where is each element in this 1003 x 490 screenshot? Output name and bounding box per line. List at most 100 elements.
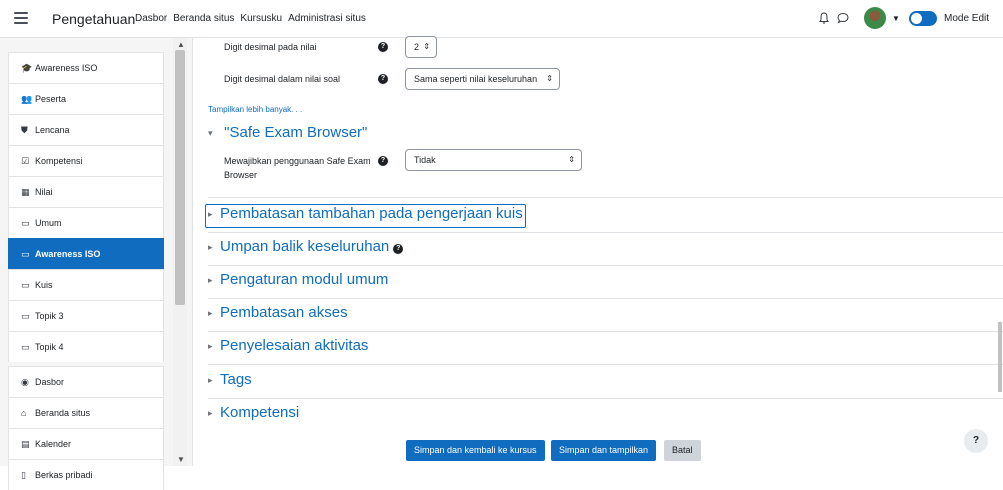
- sidebar-item-dasbor[interactable]: ◉ Dasbor: [8, 366, 164, 397]
- chevron-right-icon: ▸: [208, 374, 213, 385]
- section-pengaturan-modul-umum[interactable]: ▸ Pengaturan modul umum: [208, 271, 388, 288]
- home-icon: ⌂: [21, 408, 27, 418]
- save-display-button[interactable]: Simpan dan tampilkan: [551, 440, 657, 461]
- main-scroll-thumb[interactable]: [998, 322, 1002, 392]
- nav-link-beranda-situs[interactable]: Beranda situs: [173, 13, 234, 24]
- caret-down-icon[interactable]: ▼: [892, 14, 900, 23]
- nav-link-dasbor[interactable]: Dasbor: [135, 13, 167, 24]
- main-region: Digit desimal pada nilai ? 2 ⇕ Digit des…: [193, 36, 1003, 466]
- focus-outline: [205, 204, 526, 228]
- section-safe-exam-browser[interactable]: ▾ "Safe Exam Browser": [208, 124, 367, 141]
- sidebar-item-label: Topik 3: [35, 311, 64, 321]
- section-pembatasan-akses[interactable]: ▸ Pembatasan akses: [208, 304, 348, 321]
- sidebar-item-beranda-situs[interactable]: ⌂ Beranda situs: [8, 397, 164, 428]
- sidebar-list: 🎓 Awareness ISO 👥 Peserta ⛊ Lencana ☑ Kompetens…: [8, 52, 164, 490]
- sidebar-item-kalender[interactable]: ▤ Kalender: [8, 428, 164, 459]
- course-index-drawer: 🎓 Awareness ISO 👥 Peserta ⛊ Lencana ☑ Kompetens…: [0, 38, 193, 490]
- folder-icon: ▭: [21, 342, 30, 352]
- sidebar-item-awareness-iso[interactable]: ▭ Awareness ISO: [8, 238, 164, 269]
- primary-nav: Dasbor Beranda situs Kursusku Administra…: [135, 13, 366, 24]
- section-title: Kompetensi: [220, 404, 300, 421]
- help-icon[interactable]: ?: [378, 42, 388, 52]
- show-more-link[interactable]: Tampilkan lebih banyak. . .: [208, 105, 302, 114]
- decimal-question-select[interactable]: Sama seperti nilai keseluruhan ⇕: [405, 68, 560, 90]
- select-arrows-icon: ⇕: [568, 155, 575, 164]
- sidebar-item-umum[interactable]: ▭ Umum: [8, 207, 164, 238]
- seb-label-line1: Mewajibkan penggunaan Safe Exam: [224, 156, 371, 166]
- sidebar-item-kuis[interactable]: ▭ Kuis: [8, 269, 164, 300]
- divider: [208, 232, 1003, 233]
- folder-icon: ▭: [21, 311, 30, 321]
- section-title: Umpan balik keseluruhan: [220, 238, 390, 255]
- sidebar-scrollbar[interactable]: ▲ ▼: [173, 38, 187, 466]
- sidebar-item-awareness-iso[interactable]: 🎓 Awareness ISO: [8, 52, 164, 83]
- chevron-right-icon: ▸: [208, 274, 213, 285]
- bell-icon[interactable]: [817, 11, 831, 25]
- chevron-right-icon: ▸: [208, 241, 213, 252]
- graduation-cap-icon: 🎓: [21, 63, 33, 73]
- nav-link-administrasi-situs[interactable]: Administrasi situs: [288, 13, 366, 24]
- sidebar-item-kompetensi[interactable]: ☑ Kompetensi: [8, 145, 164, 176]
- help-icon[interactable]: ?: [378, 74, 388, 84]
- site-brand[interactable]: Pengetahuan: [52, 11, 135, 27]
- seb-select[interactable]: Tidak ⇕: [405, 149, 582, 171]
- sidebar-item-label: Umum: [35, 218, 62, 228]
- seb-value: Tidak: [414, 155, 436, 165]
- divider: [208, 197, 1003, 198]
- sidebar-item-label: Berkas pribadi: [35, 470, 93, 480]
- divider: [208, 364, 1003, 365]
- scroll-down-icon[interactable]: ▼: [177, 455, 185, 464]
- select-arrows-icon: ⇕: [546, 74, 553, 83]
- decimal-question-value: Sama seperti nilai keseluruhan: [414, 74, 538, 84]
- section-title: Pembatasan akses: [220, 304, 348, 321]
- save-return-button[interactable]: Simpan dan kembali ke kursus: [406, 440, 545, 461]
- edit-mode-label: Mode Edit: [944, 13, 990, 24]
- sidebar-item-topik-4[interactable]: ▭ Topik 4: [8, 331, 164, 362]
- cancel-button[interactable]: Batal: [664, 440, 701, 461]
- sidebar-item-topik-3[interactable]: ▭ Topik 3: [8, 300, 164, 331]
- top-navbar: Pengetahuan Dasbor Beranda situs Kursusk…: [0, 0, 1003, 38]
- section-tags[interactable]: ▸ Tags: [208, 371, 252, 388]
- edit-mode-toggle[interactable]: [909, 11, 937, 26]
- help-icon[interactable]: ?: [378, 156, 388, 166]
- sidebar-item-label: Awareness ISO: [35, 249, 101, 259]
- divider: [208, 265, 1003, 266]
- sidebar-item-peserta[interactable]: 👥 Peserta: [8, 83, 164, 114]
- check-square-icon: ☑: [21, 156, 30, 166]
- chat-icon[interactable]: [836, 11, 850, 25]
- sidebar-item-label: Topik 4: [35, 342, 64, 352]
- help-icon[interactable]: ?: [393, 244, 404, 254]
- divider: [208, 331, 1003, 332]
- decimal-grade-value: 2: [414, 42, 420, 52]
- seb-label-line2: Browser: [224, 170, 258, 180]
- sidebar-item-berkas-pribadi[interactable]: ▯ Berkas pribadi: [8, 459, 164, 490]
- section-title: Pengaturan modul umum: [220, 271, 389, 288]
- seb-label: Mewajibkan penggunaan Safe Exam Browser: [224, 156, 371, 180]
- folder-icon: ▭: [21, 280, 30, 290]
- section-penyelesaian-aktivitas[interactable]: ▸ Penyelesaian aktivitas: [208, 337, 368, 354]
- help-fab-button[interactable]: ?: [964, 429, 988, 453]
- sidebar-item-label: Awareness ISO: [35, 63, 98, 73]
- sidebar-item-lencana[interactable]: ⛊ Lencana: [8, 114, 164, 145]
- section-title: Penyelesaian aktivitas: [220, 337, 369, 354]
- sidebar-item-label: Nilai: [35, 187, 53, 197]
- menu-icon[interactable]: [14, 12, 28, 24]
- sidebar-item-label: Dasbor: [35, 377, 65, 387]
- scroll-up-icon[interactable]: ▲: [177, 40, 185, 49]
- section-title: Tags: [220, 371, 252, 388]
- sidebar-item-label: Lencana: [35, 125, 70, 135]
- shield-icon: ⛊: [21, 125, 28, 135]
- sidebar-item-label: Kompetensi: [35, 156, 83, 166]
- calendar-icon: ▤: [21, 439, 30, 449]
- user-avatar[interactable]: [864, 7, 886, 29]
- sidebar-item-nilai[interactable]: ▦ Nilai: [8, 176, 164, 207]
- section-umpan-balik-keseluruhan[interactable]: ▸ Umpan balik keseluruhan?: [208, 238, 404, 255]
- section-kompetensi[interactable]: ▸ Kompetensi: [208, 404, 299, 421]
- chevron-right-icon: ▸: [208, 307, 213, 318]
- sidebar-scroll-thumb[interactable]: [175, 50, 185, 305]
- decimal-grade-select[interactable]: 2 ⇕: [405, 36, 437, 58]
- nav-link-kursusku[interactable]: Kursusku: [240, 13, 282, 24]
- chevron-down-icon: ▾: [208, 127, 213, 138]
- file-icon: ▯: [21, 470, 26, 480]
- chevron-right-icon: ▸: [208, 407, 213, 418]
